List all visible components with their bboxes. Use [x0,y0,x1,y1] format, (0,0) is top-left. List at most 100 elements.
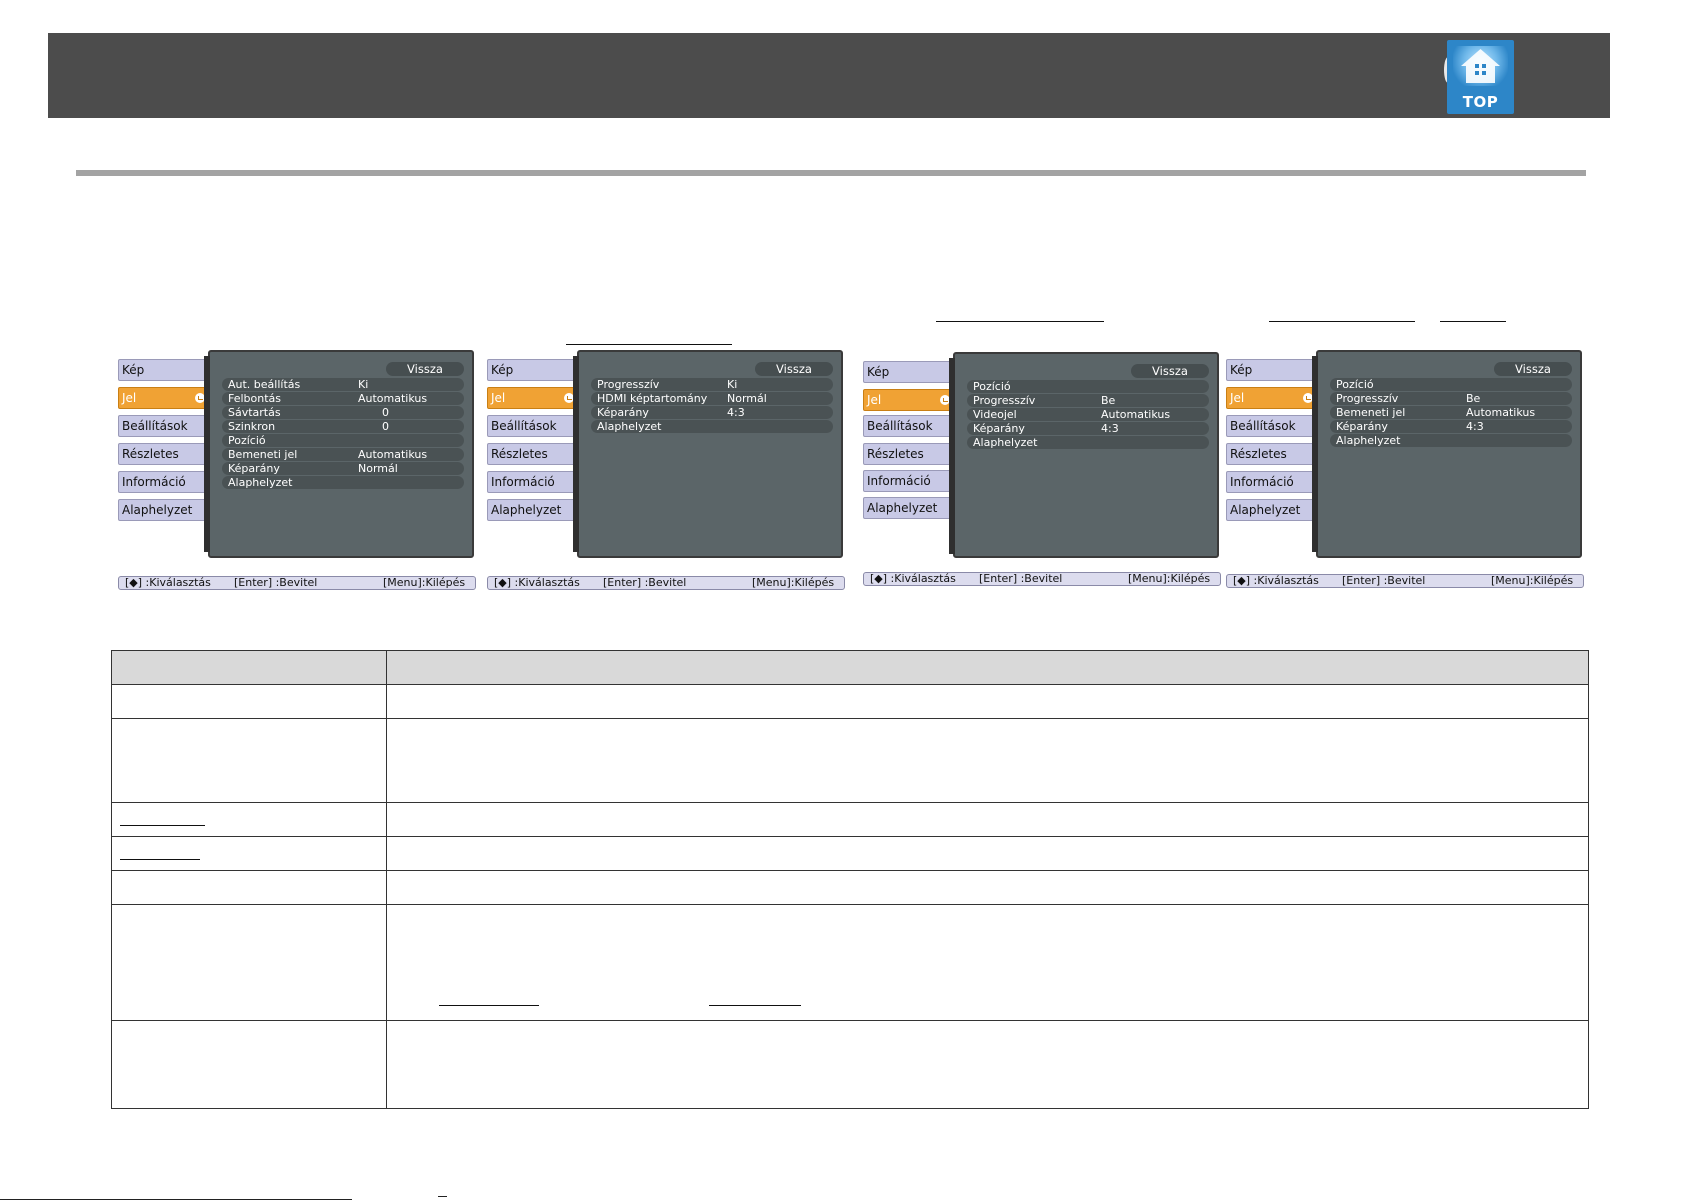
tab-reszletes[interactable]: Részletes [863,443,955,465]
back-button[interactable]: Vissza [755,362,833,376]
menu-row[interactable]: Képarány Normál [222,462,464,475]
link-underline[interactable] [439,1005,539,1006]
table-cell [111,904,387,1021]
table-row [111,870,1589,905]
house-top-icon [1453,46,1508,86]
tab-jel[interactable]: Jel [118,387,210,409]
table-cell [386,870,1589,905]
table-cell [386,836,1589,871]
menu-row[interactable]: Pozíció [967,380,1209,393]
link-underline[interactable] [709,1005,801,1006]
top-button[interactable]: TOP [1447,40,1514,114]
tab-reszletes[interactable]: Részletes [487,443,579,465]
menu-row[interactable]: Progresszív Be [1330,392,1572,405]
tab-informacio[interactable]: Információ [863,470,955,492]
back-button[interactable]: Vissza [1131,364,1209,378]
tab-informacio[interactable]: Információ [487,471,579,493]
table-row [111,718,1589,803]
table-row [111,802,1589,837]
menu-row[interactable]: Alaphelyzet [591,420,833,433]
menu-row[interactable]: Bemeneti jel Automatikus [222,448,464,461]
table-cell [386,802,1589,837]
menu-row[interactable]: HDMI képtartomány Normál [591,392,833,405]
menu-row[interactable]: Sávtartás 0 [222,406,464,419]
menu-row[interactable]: Képarány 4:3 [967,422,1209,435]
table-cell [111,718,387,803]
tab-beallitasok[interactable]: Beállítások [1226,415,1318,437]
menu-row[interactable]: Pozíció [1330,378,1572,391]
menu-panel: Vissza Pozíció Progresszív Be Bemeneti je… [1312,350,1582,558]
tab-kep[interactable]: Kép [1226,359,1318,381]
menu-row[interactable]: Videojel Automatikus [967,408,1209,421]
tab-alaphelyzet[interactable]: Alaphelyzet [118,499,210,521]
link-underline[interactable] [566,344,732,345]
table-cell [386,684,1589,719]
link-underline[interactable] [1269,321,1415,322]
table-row [111,1020,1589,1109]
tab-reszletes[interactable]: Részletes [118,443,210,465]
tab-reszletes[interactable]: Részletes [1226,443,1318,465]
menu-footer: [◆] :Kiválasztás [Enter] :Bevitel [Menu]… [487,576,845,590]
tab-jel[interactable]: Jel [863,389,955,411]
table-cell [111,836,387,871]
table-cell [111,802,387,837]
menu-panel: Vissza Aut. beállítás Ki Felbontás Automat… [204,350,474,558]
page-header-bar [48,33,1610,118]
table-cell [386,718,1589,803]
back-button[interactable]: Vissza [386,362,464,376]
table-row [111,684,1589,719]
menu-row[interactable]: Alaphelyzet [1330,434,1572,447]
tab-kep[interactable]: Kép [118,359,210,381]
menu-footer: [◆] :Kiválasztás [Enter] :Bevitel [Menu]… [863,572,1221,586]
table-cell [111,684,387,719]
menu-screenshot-1: Kép Jel Beállítások Részletes Információ… [118,350,476,590]
menu-row[interactable]: Bemeneti jel Automatikus [1330,406,1572,419]
settings-table [111,650,1589,1109]
table-cell [386,1020,1589,1109]
link-underline[interactable] [120,825,205,826]
link-underline[interactable] [120,859,200,860]
menu-footer: [◆] :Kiválasztás [Enter] :Bevitel [Menu]… [118,576,476,590]
table-cell [386,904,1589,1021]
menu-row[interactable]: Szinkron 0 [222,420,464,433]
tab-informacio[interactable]: Információ [118,471,210,493]
menu-footer: [◆] :Kiválasztás [Enter] :Bevitel [Menu]… [1226,574,1584,588]
tab-kep[interactable]: Kép [863,361,955,383]
tab-informacio[interactable]: Információ [1226,471,1318,493]
menu-row[interactable]: Képarány 4:3 [1330,420,1572,433]
tab-alaphelyzet[interactable]: Alaphelyzet [487,499,579,521]
section-divider [76,170,1586,176]
menu-screenshot-3: Kép Jel Beállítások Részletes Információ… [863,352,1221,592]
table-row [111,836,1589,871]
back-button[interactable]: Vissza [1494,362,1572,376]
menu-row[interactable]: Felbontás Automatikus [222,392,464,405]
tab-alaphelyzet[interactable]: Alaphelyzet [1226,499,1318,521]
table-cell [111,1020,387,1109]
link-underline[interactable] [936,321,1104,322]
menu-row[interactable]: Alaphelyzet [967,436,1209,449]
menu-row[interactable]: Progresszív Be [967,394,1209,407]
tab-alaphelyzet[interactable]: Alaphelyzet [863,497,955,519]
menu-row[interactable]: Alaphelyzet [222,476,464,489]
table-cell [111,870,387,905]
menu-row[interactable]: Progresszív Ki [591,378,833,391]
table-header-row [111,650,1589,685]
tab-jel[interactable]: Jel [1226,387,1318,409]
top-label: TOP [1462,93,1499,111]
menu-row[interactable]: Pozíció [222,434,464,447]
link-underline[interactable] [1440,321,1506,322]
footnote-mark [438,1196,447,1197]
menu-row[interactable]: Képarány 4:3 [591,406,833,419]
tab-beallitasok[interactable]: Beállítások [863,415,955,437]
menu-row[interactable]: Aut. beállítás Ki [222,378,464,391]
tab-beallitasok[interactable]: Beállítások [487,415,579,437]
table-header-cell [386,650,1589,685]
tab-jel[interactable]: Jel [487,387,579,409]
menu-panel: Vissza Pozíció Progresszív Be Videojel Aut… [949,352,1219,558]
table-header-cell [111,650,387,685]
table-row [111,904,1589,1021]
tab-beallitasok[interactable]: Beállítások [118,415,210,437]
tab-kep[interactable]: Kép [487,359,579,381]
menu-panel: Vissza Progresszív Ki HDMI képtartomány No… [573,350,843,558]
menu-screenshot-4: Kép Jel Beállítások Részletes Információ… [1226,350,1584,590]
